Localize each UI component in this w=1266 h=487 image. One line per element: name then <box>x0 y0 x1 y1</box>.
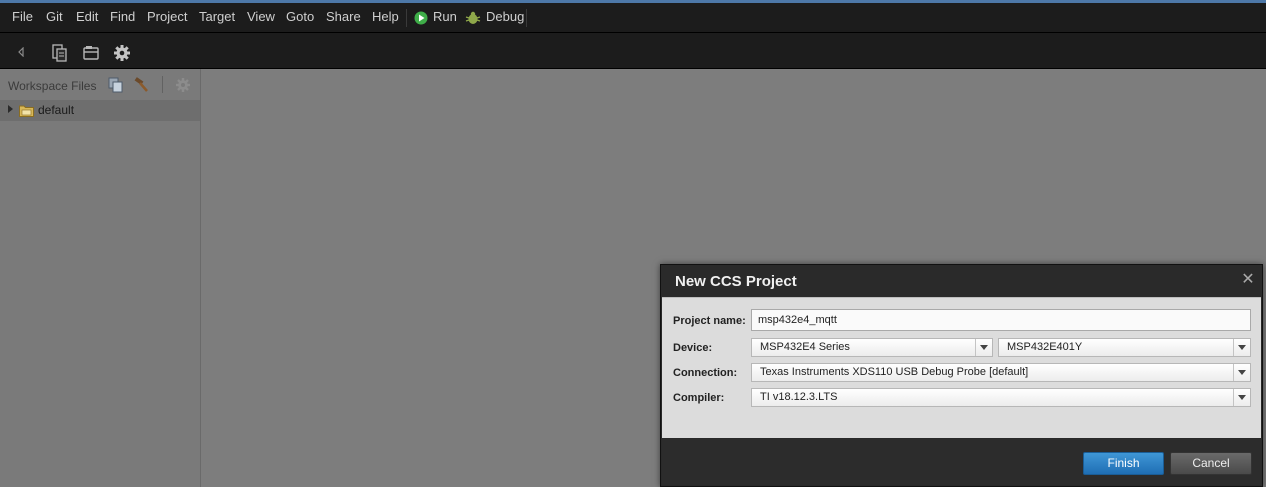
workspace-sidebar: Workspace Files default <box>0 69 201 487</box>
close-icon[interactable]: ✕ <box>1240 272 1256 288</box>
chevron-down-icon[interactable] <box>1233 339 1250 356</box>
chevron-down-icon[interactable] <box>1233 389 1250 406</box>
bug-icon <box>465 11 481 24</box>
hammer-icon[interactable] <box>133 77 149 93</box>
menu-project[interactable]: Project <box>147 8 187 28</box>
menu-goto[interactable]: Goto <box>286 8 314 28</box>
device-family-select[interactable]: MSP432E4 Series <box>751 338 993 357</box>
menu-separator <box>406 9 407 27</box>
device-label: Device: <box>673 342 713 354</box>
gear-icon[interactable] <box>113 44 131 62</box>
expand-arrow-icon[interactable] <box>8 105 13 113</box>
compiler-value: TI v18.12.3.LTS <box>760 391 838 403</box>
dialog-footer: Finish Cancel <box>662 439 1261 485</box>
menu-help[interactable]: Help <box>372 8 399 28</box>
new-file-icon[interactable] <box>51 44 69 62</box>
project-folder-icon <box>19 105 34 117</box>
new-ccs-project-dialog: New CCS Project ✕ Project name: msp432e4… <box>660 264 1263 487</box>
toolbar <box>0 33 1266 69</box>
project-icon[interactable] <box>82 44 100 62</box>
finish-button[interactable]: Finish <box>1083 452 1164 475</box>
connection-value: Texas Instruments XDS110 USB Debug Probe… <box>760 366 1029 378</box>
copy-files-icon[interactable] <box>108 77 124 93</box>
tree-item-label: default <box>38 103 75 117</box>
settings-gear-icon[interactable] <box>175 77 191 93</box>
run-label: Run <box>433 9 457 24</box>
project-name-label: Project name: <box>673 315 746 327</box>
project-name-input[interactable]: msp432e4_mqtt <box>751 309 1251 331</box>
compiler-label: Compiler: <box>673 392 725 404</box>
connection-label: Connection: <box>673 367 738 379</box>
menu-bar: File Git Edit Find Project Target View G… <box>0 0 1266 33</box>
menu-find[interactable]: Find <box>110 8 135 28</box>
connection-select[interactable]: Texas Instruments XDS110 USB Debug Probe… <box>751 363 1251 382</box>
dialog-body: Project name: msp432e4_mqtt Device: MSP4… <box>662 297 1261 438</box>
debug-label: Debug <box>486 9 525 24</box>
dialog-title: New CCS Project <box>675 273 797 290</box>
menu-file[interactable]: File <box>12 8 33 28</box>
sidebar-header: Workspace Files <box>0 69 200 100</box>
menu-view[interactable]: View <box>247 8 275 28</box>
menu-separator <box>526 9 527 27</box>
chevron-down-icon[interactable] <box>1233 364 1250 381</box>
debug-button[interactable]: Debug <box>465 8 525 28</box>
project-name-value: msp432e4_mqtt <box>758 314 837 326</box>
sidebar-title: Workspace Files <box>8 79 97 93</box>
compiler-select[interactable]: TI v18.12.3.LTS <box>751 388 1251 407</box>
tree-item-default[interactable]: default <box>0 100 200 121</box>
run-icon <box>414 11 428 25</box>
menu-share[interactable]: Share <box>326 8 361 28</box>
run-button[interactable]: Run <box>414 8 460 28</box>
sidebar-divider <box>162 76 163 93</box>
device-variant-value: MSP432E401Y <box>1007 341 1083 353</box>
menu-target[interactable]: Target <box>199 8 235 28</box>
menu-edit[interactable]: Edit <box>76 8 98 28</box>
menu-git[interactable]: Git <box>46 8 63 28</box>
device-family-value: MSP432E4 Series <box>760 341 850 353</box>
chevron-down-icon[interactable] <box>975 339 992 356</box>
device-variant-select[interactable]: MSP432E401Y <box>998 338 1251 357</box>
cancel-button[interactable]: Cancel <box>1170 452 1252 475</box>
back-arrow-icon[interactable] <box>17 47 25 57</box>
